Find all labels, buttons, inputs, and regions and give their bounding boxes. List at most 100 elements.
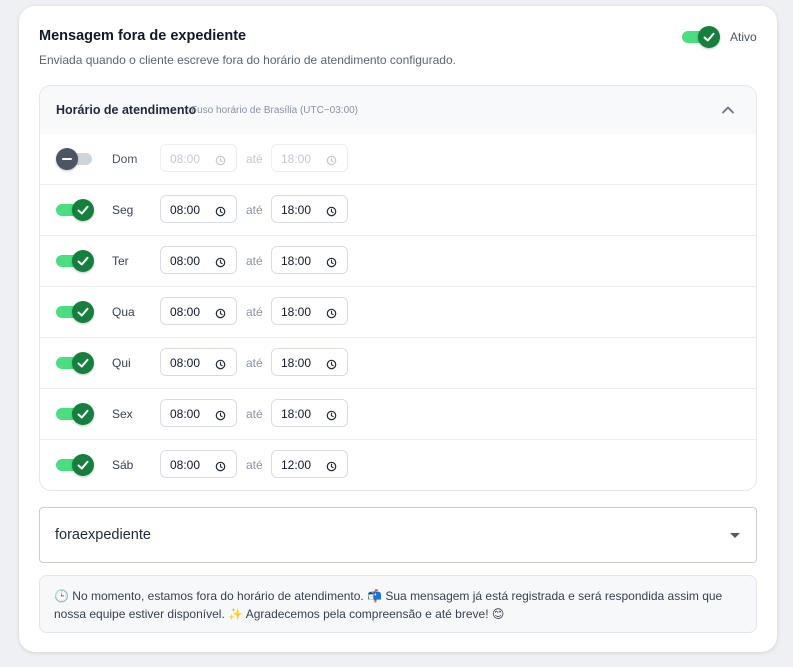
message-preview: 🕒 No momento, estamos fora do horário de… bbox=[39, 575, 757, 633]
card-subtitle: Enviada quando o cliente escreve fora do… bbox=[39, 53, 456, 67]
check-icon bbox=[77, 307, 89, 317]
day-list: Dom 08:00 até 18:00 Seg 08:00 até 18:00 Ter 08:00… bbox=[40, 134, 756, 490]
day-toggle[interactable] bbox=[56, 250, 94, 272]
toggle-knob bbox=[72, 199, 94, 221]
clock-icon bbox=[326, 204, 337, 222]
clock-icon bbox=[326, 357, 337, 375]
clock-icon bbox=[326, 306, 337, 324]
clock-icon bbox=[215, 459, 226, 477]
day-label: Qua bbox=[112, 305, 135, 319]
day-label: Dom bbox=[112, 152, 138, 166]
end-time-input[interactable]: 18:00 bbox=[271, 195, 348, 223]
minus-icon bbox=[62, 158, 72, 160]
time-separator: até bbox=[246, 305, 263, 319]
clock-icon bbox=[215, 408, 226, 426]
end-time-value: 18:00 bbox=[281, 305, 312, 319]
time-separator: até bbox=[246, 254, 263, 268]
start-time-value: 08:00 bbox=[170, 203, 201, 217]
end-time-value: 18:00 bbox=[281, 407, 312, 421]
time-separator: até bbox=[246, 152, 263, 166]
check-icon bbox=[703, 32, 715, 42]
day-toggle[interactable] bbox=[56, 199, 94, 221]
day-label: Seg bbox=[112, 203, 134, 217]
clock-icon bbox=[215, 255, 226, 273]
toggle-knob bbox=[72, 403, 94, 425]
start-time-value: 08:00 bbox=[170, 356, 201, 370]
clock-icon bbox=[326, 153, 337, 171]
day-label: Ter bbox=[112, 254, 129, 268]
day-toggle[interactable] bbox=[56, 403, 94, 425]
day-row: Seg 08:00 até 18:00 bbox=[40, 184, 756, 235]
day-row: Sáb 08:00 até 12:00 bbox=[40, 439, 756, 490]
time-separator: até bbox=[246, 356, 263, 370]
toggle-knob bbox=[72, 301, 94, 323]
toggle-knob bbox=[56, 148, 78, 170]
end-time-input[interactable]: 18:00 bbox=[271, 144, 348, 172]
clock-icon bbox=[215, 153, 226, 171]
check-icon bbox=[77, 256, 89, 266]
end-time-input[interactable]: 18:00 bbox=[271, 297, 348, 325]
clock-icon bbox=[215, 357, 226, 375]
active-toggle[interactable] bbox=[682, 26, 720, 48]
start-time-value: 08:00 bbox=[170, 254, 201, 268]
start-time-value: 08:00 bbox=[170, 152, 201, 166]
out-of-hours-card: Mensagem fora de expediente Enviada quan… bbox=[19, 6, 777, 652]
check-icon bbox=[77, 409, 89, 419]
end-time-value: 18:00 bbox=[281, 254, 312, 268]
end-time-input[interactable]: 18:00 bbox=[271, 399, 348, 427]
day-toggle[interactable] bbox=[56, 454, 94, 476]
clock-icon bbox=[215, 306, 226, 324]
start-time-input[interactable]: 08:00 bbox=[160, 450, 237, 478]
schedule-header[interactable]: Horário de atendimento Fuso horário de B… bbox=[40, 86, 756, 134]
day-toggle[interactable] bbox=[56, 352, 94, 374]
chevron-up-icon[interactable] bbox=[720, 102, 736, 118]
day-label: Qui bbox=[112, 356, 131, 370]
schedule-panel: Horário de atendimento Fuso horário de B… bbox=[39, 85, 757, 491]
day-row: Ter 08:00 até 18:00 bbox=[40, 235, 756, 286]
day-toggle[interactable] bbox=[56, 301, 94, 323]
caret-down-icon bbox=[730, 533, 740, 538]
template-select[interactable]: foraexpediente bbox=[39, 507, 757, 563]
start-time-input[interactable]: 08:00 bbox=[160, 297, 237, 325]
card-title: Mensagem fora de expediente bbox=[39, 28, 247, 44]
status-label: Ativo bbox=[730, 30, 757, 44]
time-separator: até bbox=[246, 407, 263, 421]
template-select-value: foraexpediente bbox=[55, 527, 151, 543]
toggle-knob bbox=[72, 352, 94, 374]
toggle-knob bbox=[72, 454, 94, 476]
clock-icon bbox=[326, 459, 337, 477]
start-time-value: 08:00 bbox=[170, 305, 201, 319]
check-icon bbox=[77, 205, 89, 215]
start-time-value: 08:00 bbox=[170, 458, 201, 472]
check-icon bbox=[77, 358, 89, 368]
end-time-input[interactable]: 12:00 bbox=[271, 450, 348, 478]
time-separator: até bbox=[246, 458, 263, 472]
start-time-input[interactable]: 08:00 bbox=[160, 348, 237, 376]
schedule-title: Horário de atendimento bbox=[56, 103, 197, 117]
toggle-knob bbox=[698, 26, 720, 48]
day-toggle[interactable] bbox=[56, 148, 94, 170]
end-time-value: 18:00 bbox=[281, 356, 312, 370]
time-separator: até bbox=[246, 203, 263, 217]
start-time-input[interactable]: 08:00 bbox=[160, 195, 237, 223]
timezone-label: Fuso horário de Brasília (UTC−03:00) bbox=[191, 105, 359, 116]
start-time-input[interactable]: 08:00 bbox=[160, 399, 237, 427]
end-time-value: 18:00 bbox=[281, 152, 312, 166]
check-icon bbox=[77, 460, 89, 470]
day-label: Sex bbox=[112, 407, 133, 421]
end-time-input[interactable]: 18:00 bbox=[271, 348, 348, 376]
start-time-input[interactable]: 08:00 bbox=[160, 144, 237, 172]
clock-icon bbox=[326, 408, 337, 426]
day-label: Sáb bbox=[112, 458, 134, 472]
day-row: Dom 08:00 até 18:00 bbox=[40, 134, 756, 184]
day-row: Sex 08:00 até 18:00 bbox=[40, 388, 756, 439]
end-time-value: 18:00 bbox=[281, 203, 312, 217]
toggle-knob bbox=[72, 250, 94, 272]
end-time-input[interactable]: 18:00 bbox=[271, 246, 348, 274]
clock-icon bbox=[215, 204, 226, 222]
day-row: Qui 08:00 até 18:00 bbox=[40, 337, 756, 388]
start-time-input[interactable]: 08:00 bbox=[160, 246, 237, 274]
clock-icon bbox=[326, 255, 337, 273]
end-time-value: 12:00 bbox=[281, 458, 312, 472]
day-row: Qua 08:00 até 18:00 bbox=[40, 286, 756, 337]
